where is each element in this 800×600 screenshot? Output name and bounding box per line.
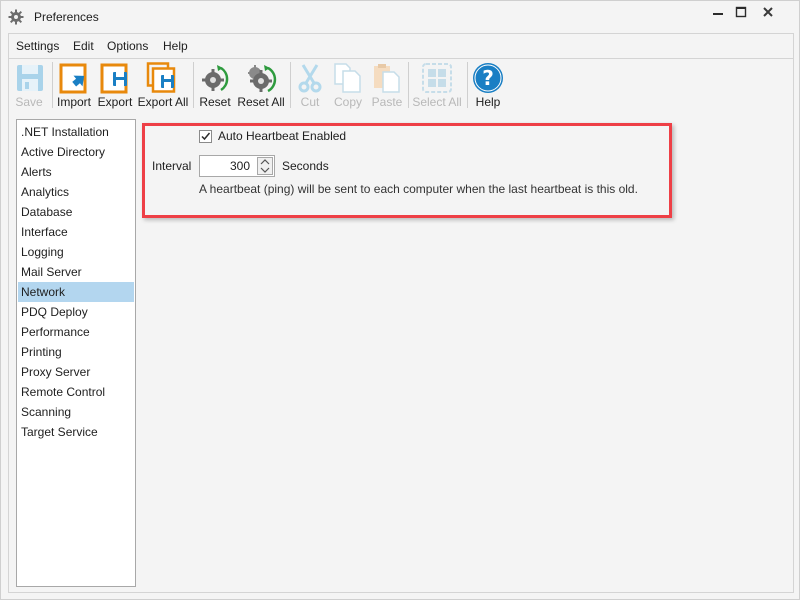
nav-item-scanning[interactable]: Scanning — [18, 402, 134, 422]
interval-unit-label: Seconds — [282, 159, 329, 173]
category-list[interactable]: .NET Installation Active Directory Alert… — [16, 119, 136, 587]
paste-label: Paste — [371, 95, 403, 109]
toolbar-separator — [408, 62, 409, 108]
title-bar: Preferences — [1, 1, 799, 33]
help-label: Help — [475, 95, 501, 109]
spin-up-down-icon — [260, 159, 270, 173]
preferences-window: Preferences Settings Edit Options Help S… — [0, 0, 800, 600]
select-all-button[interactable]: Select All — [410, 59, 464, 111]
export-all-button[interactable]: Export All — [136, 59, 190, 111]
toolbar: Save Import Export Export All Reset Rese… — [9, 59, 793, 111]
auto-heartbeat-label[interactable]: Auto Heartbeat Enabled — [218, 129, 346, 143]
reset-label: Reset — [199, 95, 231, 109]
menu-edit[interactable]: Edit — [73, 39, 94, 53]
nav-item-printing[interactable]: Printing — [18, 342, 134, 362]
paste-icon — [374, 64, 400, 93]
reset-button[interactable]: Reset — [196, 59, 234, 111]
menu-options[interactable]: Options — [107, 39, 148, 53]
heartbeat-description: A heartbeat (ping) will be sent to each … — [199, 182, 638, 196]
toolbar-separator — [467, 62, 468, 108]
select-all-label: Select All — [412, 95, 462, 109]
nav-item-net-installation[interactable]: .NET Installation — [18, 122, 134, 142]
reset-all-label: Reset All — [237, 95, 285, 109]
nav-item-performance[interactable]: Performance — [18, 322, 134, 342]
nav-item-alerts[interactable]: Alerts — [18, 162, 134, 182]
close-button[interactable] — [755, 1, 787, 29]
copy-button[interactable]: Copy — [329, 59, 367, 111]
interval-stepper[interactable]: 300 — [199, 155, 275, 177]
toolbar-separator — [290, 62, 291, 108]
menu-settings[interactable]: Settings — [16, 39, 59, 53]
cut-button[interactable]: Cut — [293, 59, 327, 111]
close-icon — [763, 7, 773, 17]
nav-item-pdq-deploy[interactable]: PDQ Deploy — [18, 302, 134, 322]
floppy-disk-icon — [17, 65, 43, 91]
nav-item-proxy-server[interactable]: Proxy Server — [18, 362, 134, 382]
export-icon — [100, 63, 128, 94]
checkmark-icon — [201, 132, 211, 141]
paste-button[interactable]: Paste — [368, 59, 406, 111]
nav-item-logging[interactable]: Logging — [18, 242, 134, 262]
scissors-icon — [298, 64, 322, 93]
nav-item-interface[interactable]: Interface — [18, 222, 134, 242]
nav-item-database[interactable]: Database — [18, 202, 134, 222]
preferences-body: Settings Edit Options Help Save Import E… — [8, 33, 794, 593]
nav-item-mail-server[interactable]: Mail Server — [18, 262, 134, 282]
toolbar-separator — [193, 62, 194, 108]
select-all-icon — [422, 63, 452, 93]
help-button[interactable]: ? Help — [470, 59, 506, 111]
window-title: Preferences — [34, 10, 99, 24]
nav-item-analytics[interactable]: Analytics — [18, 182, 134, 202]
import-label: Import — [56, 95, 91, 109]
export-label: Export — [97, 95, 133, 109]
copy-label: Copy — [333, 95, 362, 109]
interval-spin-buttons[interactable] — [257, 157, 273, 175]
reset-gear-icon — [202, 65, 229, 92]
auto-heartbeat-checkbox[interactable] — [199, 130, 212, 143]
import-button[interactable]: Import — [54, 59, 94, 111]
nav-item-remote-control[interactable]: Remote Control — [18, 382, 134, 402]
reset-all-gears-icon — [248, 65, 277, 93]
interval-label: Interval — [152, 159, 192, 173]
nav-item-network[interactable]: Network — [18, 282, 134, 302]
copy-icon — [334, 63, 361, 93]
svg-text:?: ? — [482, 66, 494, 90]
gear-icon — [8, 9, 24, 25]
toolbar-separator — [52, 62, 53, 108]
nav-item-target-service[interactable]: Target Service — [18, 422, 134, 442]
save-label: Save — [15, 95, 43, 109]
save-button[interactable]: Save — [12, 59, 46, 111]
menu-bar: Settings Edit Options Help — [9, 34, 793, 59]
menu-help[interactable]: Help — [163, 39, 188, 53]
interval-value[interactable]: 300 — [230, 159, 250, 173]
help-icon: ? — [473, 63, 503, 93]
import-icon — [59, 63, 87, 94]
nav-item-active-directory[interactable]: Active Directory — [18, 142, 134, 162]
export-button[interactable]: Export — [96, 59, 134, 111]
export-all-label: Export All — [137, 95, 189, 109]
reset-all-button[interactable]: Reset All — [235, 59, 287, 111]
cut-label: Cut — [300, 95, 320, 109]
export-all-icon — [146, 62, 176, 93]
network-settings-panel: Auto Heartbeat Enabled Interval 300 Seco… — [142, 119, 787, 585]
